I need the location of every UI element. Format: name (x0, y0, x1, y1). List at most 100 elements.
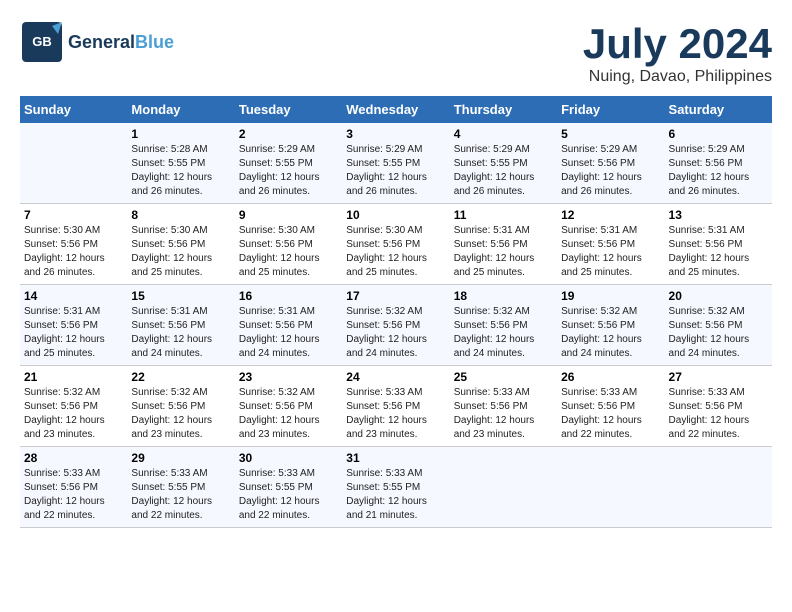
day-info: Sunrise: 5:33 AM Sunset: 5:56 PM Dayligh… (454, 386, 553, 442)
day-info: Sunrise: 5:30 AM Sunset: 5:56 PM Dayligh… (239, 224, 338, 280)
day-info: Sunrise: 5:29 AM Sunset: 5:56 PM Dayligh… (561, 143, 660, 199)
calendar-header-row: SundayMondayTuesdayWednesdayThursdayFrid… (20, 96, 772, 123)
day-number: 13 (669, 208, 768, 222)
day-number: 19 (561, 289, 660, 303)
calendar-cell: 9 Sunrise: 5:30 AM Sunset: 5:56 PM Daylig… (235, 204, 342, 285)
day-number: 16 (239, 289, 338, 303)
day-info: Sunrise: 5:32 AM Sunset: 5:56 PM Dayligh… (454, 305, 553, 361)
calendar-cell: 31 Sunrise: 5:33 AM Sunset: 5:55 PM Dayli… (342, 447, 449, 528)
day-number: 2 (239, 127, 338, 141)
logo-text: GeneralBlue (68, 32, 174, 53)
column-header-saturday: Saturday (665, 96, 772, 123)
day-number: 22 (131, 370, 230, 384)
page-title: July 2024 (583, 20, 772, 68)
day-number: 7 (24, 208, 123, 222)
calendar-cell: 4Sunrise: 5:29 AM Sunset: 5:55 PM Daylig… (450, 123, 557, 204)
day-number: 20 (669, 289, 768, 303)
calendar-cell: 13 Sunrise: 5:31 AM Sunset: 5:56 PM Dayli… (665, 204, 772, 285)
day-info: Sunrise: 5:31 AM Sunset: 5:56 PM Dayligh… (561, 224, 660, 280)
day-number: 27 (669, 370, 768, 384)
day-info: Sunrise: 5:32 AM Sunset: 5:56 PM Dayligh… (24, 386, 123, 442)
day-number: 1 (131, 127, 230, 141)
calendar-cell: 23Sunrise: 5:32 AM Sunset: 5:56 PM Dayli… (235, 366, 342, 447)
day-info: Sunrise: 5:32 AM Sunset: 5:56 PM Dayligh… (669, 305, 768, 361)
calendar-cell: 1 Sunrise: 5:28 AM Sunset: 5:55 PM Daylig… (127, 123, 234, 204)
day-info: Sunrise: 5:29 AM Sunset: 5:55 PM Dayligh… (346, 143, 445, 199)
calendar-cell (450, 447, 557, 528)
column-header-friday: Friday (557, 96, 664, 123)
calendar-cell: 11 Sunrise: 5:31 AM Sunset: 5:56 PM Dayli… (450, 204, 557, 285)
day-info: Sunrise: 5:30 AM Sunset: 5:56 PM Dayligh… (131, 224, 230, 280)
calendar-cell: 24 Sunrise: 5:33 AM Sunset: 5:56 PM Dayli… (342, 366, 449, 447)
svg-text:GB: GB (32, 34, 52, 49)
day-info: Sunrise: 5:28 AM Sunset: 5:55 PM Dayligh… (131, 143, 230, 199)
day-number: 18 (454, 289, 553, 303)
calendar-cell: 19Sunrise: 5:32 AM Sunset: 5:56 PM Dayli… (557, 285, 664, 366)
title-block: July 2024 Nuing, Davao, Philippines (583, 20, 772, 86)
day-info: Sunrise: 5:31 AM Sunset: 5:56 PM Dayligh… (131, 305, 230, 361)
calendar-cell: 18 Sunrise: 5:32 AM Sunset: 5:56 PM Dayli… (450, 285, 557, 366)
day-info: Sunrise: 5:31 AM Sunset: 5:56 PM Dayligh… (669, 224, 768, 280)
calendar-cell (20, 123, 127, 204)
calendar-cell: 5 Sunrise: 5:29 AM Sunset: 5:56 PM Daylig… (557, 123, 664, 204)
day-number: 10 (346, 208, 445, 222)
day-number: 30 (239, 451, 338, 465)
calendar-cell: 29Sunrise: 5:33 AM Sunset: 5:55 PM Dayli… (127, 447, 234, 528)
day-info: Sunrise: 5:32 AM Sunset: 5:56 PM Dayligh… (239, 386, 338, 442)
day-info: Sunrise: 5:33 AM Sunset: 5:56 PM Dayligh… (669, 386, 768, 442)
calendar-week-row: 7 Sunrise: 5:30 AM Sunset: 5:56 PM Daylig… (20, 204, 772, 285)
day-info: Sunrise: 5:33 AM Sunset: 5:56 PM Dayligh… (346, 386, 445, 442)
day-number: 9 (239, 208, 338, 222)
calendar-cell: 10 Sunrise: 5:30 AM Sunset: 5:56 PM Dayli… (342, 204, 449, 285)
day-info: Sunrise: 5:30 AM Sunset: 5:56 PM Dayligh… (346, 224, 445, 280)
calendar-cell: 26Sunrise: 5:33 AM Sunset: 5:56 PM Dayli… (557, 366, 664, 447)
day-info: Sunrise: 5:32 AM Sunset: 5:56 PM Dayligh… (346, 305, 445, 361)
logo-icon: GB (20, 20, 64, 64)
day-info: Sunrise: 5:32 AM Sunset: 5:56 PM Dayligh… (131, 386, 230, 442)
day-info: Sunrise: 5:31 AM Sunset: 5:56 PM Dayligh… (239, 305, 338, 361)
calendar-cell: 28Sunrise: 5:33 AM Sunset: 5:56 PM Dayli… (20, 447, 127, 528)
day-number: 12 (561, 208, 660, 222)
calendar-cell: 12 Sunrise: 5:31 AM Sunset: 5:56 PM Dayli… (557, 204, 664, 285)
day-number: 3 (346, 127, 445, 141)
calendar-cell: 30 Sunrise: 5:33 AM Sunset: 5:55 PM Dayli… (235, 447, 342, 528)
calendar-cell: 22 Sunrise: 5:32 AM Sunset: 5:56 PM Dayli… (127, 366, 234, 447)
calendar-cell: 25 Sunrise: 5:33 AM Sunset: 5:56 PM Dayli… (450, 366, 557, 447)
calendar-cell (665, 447, 772, 528)
day-number: 25 (454, 370, 553, 384)
day-info: Sunrise: 5:31 AM Sunset: 5:56 PM Dayligh… (24, 305, 123, 361)
day-number: 14 (24, 289, 123, 303)
day-number: 24 (346, 370, 445, 384)
calendar-cell: 21Sunrise: 5:32 AM Sunset: 5:56 PM Dayli… (20, 366, 127, 447)
calendar-cell (557, 447, 664, 528)
calendar-cell: 16 Sunrise: 5:31 AM Sunset: 5:56 PM Dayli… (235, 285, 342, 366)
day-number: 15 (131, 289, 230, 303)
page-header: GB GeneralBlue July 2024 Nuing, Davao, P… (20, 20, 772, 86)
calendar-cell: 6Sunrise: 5:29 AM Sunset: 5:56 PM Daylig… (665, 123, 772, 204)
calendar-cell: 7 Sunrise: 5:30 AM Sunset: 5:56 PM Daylig… (20, 204, 127, 285)
day-number: 29 (131, 451, 230, 465)
calendar-cell: 8Sunrise: 5:30 AM Sunset: 5:56 PM Daylig… (127, 204, 234, 285)
calendar-week-row: 1 Sunrise: 5:28 AM Sunset: 5:55 PM Daylig… (20, 123, 772, 204)
day-number: 28 (24, 451, 123, 465)
calendar-cell: 3 Sunrise: 5:29 AM Sunset: 5:55 PM Daylig… (342, 123, 449, 204)
day-number: 6 (669, 127, 768, 141)
calendar-week-row: 14 Sunrise: 5:31 AM Sunset: 5:56 PM Dayli… (20, 285, 772, 366)
day-info: Sunrise: 5:33 AM Sunset: 5:55 PM Dayligh… (346, 467, 445, 523)
day-info: Sunrise: 5:30 AM Sunset: 5:56 PM Dayligh… (24, 224, 123, 280)
day-number: 5 (561, 127, 660, 141)
day-info: Sunrise: 5:33 AM Sunset: 5:55 PM Dayligh… (239, 467, 338, 523)
calendar-table: SundayMondayTuesdayWednesdayThursdayFrid… (20, 96, 772, 528)
column-header-sunday: Sunday (20, 96, 127, 123)
day-info: Sunrise: 5:31 AM Sunset: 5:56 PM Dayligh… (454, 224, 553, 280)
calendar-cell: 17Sunrise: 5:32 AM Sunset: 5:56 PM Dayli… (342, 285, 449, 366)
day-number: 11 (454, 208, 553, 222)
column-header-wednesday: Wednesday (342, 96, 449, 123)
calendar-cell: 14 Sunrise: 5:31 AM Sunset: 5:56 PM Dayli… (20, 285, 127, 366)
day-number: 31 (346, 451, 445, 465)
day-number: 26 (561, 370, 660, 384)
day-info: Sunrise: 5:29 AM Sunset: 5:55 PM Dayligh… (239, 143, 338, 199)
calendar-cell: 15 Sunrise: 5:31 AM Sunset: 5:56 PM Dayli… (127, 285, 234, 366)
calendar-cell: 27 Sunrise: 5:33 AM Sunset: 5:56 PM Dayli… (665, 366, 772, 447)
page-subtitle: Nuing, Davao, Philippines (583, 68, 772, 86)
